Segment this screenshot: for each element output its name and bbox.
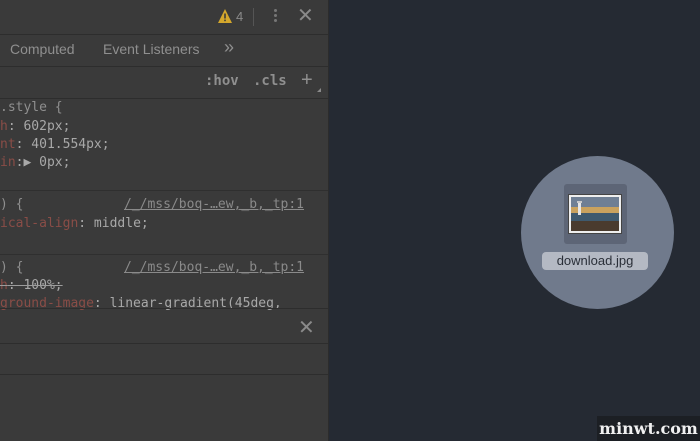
devtools-toolbar: 4 ✕ xyxy=(0,0,328,35)
rule-divider xyxy=(0,190,328,191)
tab-computed[interactable]: Computed xyxy=(10,41,75,57)
styles-filter-bar: :hov .cls + xyxy=(0,66,328,99)
rule-selector: ) { xyxy=(0,260,24,275)
cls-toggle-button[interactable]: .cls xyxy=(253,73,287,89)
rule-source-link[interactable]: /_/mss/boq-…ew,_b,_tp:1 xyxy=(124,197,304,212)
drawer-toolbar: ✕ xyxy=(0,308,328,344)
style-declaration[interactable]: ical-align: middle; xyxy=(0,216,149,234)
toolbar-divider xyxy=(253,8,254,26)
rule-selector: .style { xyxy=(0,100,63,115)
overridden-declaration[interactable]: h: 100%; xyxy=(0,278,63,296)
style-declaration[interactable]: in:▶ 0px; xyxy=(0,155,70,173)
close-drawer-icon[interactable]: ✕ xyxy=(298,315,315,340)
more-tabs-icon[interactable]: » xyxy=(224,37,234,58)
image-thumbnail[interactable] xyxy=(569,195,621,233)
new-style-rule-button[interactable]: + xyxy=(301,69,313,92)
rule-source-link[interactable]: /_/mss/boq-…ew,_b,_tp:1 xyxy=(124,260,304,275)
more-options-icon[interactable] xyxy=(268,7,282,27)
site-watermark: minwt.com xyxy=(597,416,700,441)
warning-icon[interactable] xyxy=(217,8,233,24)
rule-divider xyxy=(0,254,328,255)
styles-subtabs: Computed Event Listeners » xyxy=(0,34,328,67)
style-declaration[interactable]: h: 602px; xyxy=(0,119,70,137)
style-declaration[interactable]: nt: 401.554px; xyxy=(0,137,110,155)
dragged-file-name[interactable]: download.jpg xyxy=(542,252,648,270)
rule-menu-corner-icon[interactable] xyxy=(317,88,321,92)
tab-event-listeners[interactable]: Event Listeners xyxy=(103,41,200,57)
hov-toggle-button[interactable]: :hov xyxy=(205,73,239,89)
warning-count[interactable]: 4 xyxy=(236,9,243,24)
devtools-panel: 4 ✕ Computed Event Listeners » :hov .cls… xyxy=(0,0,329,441)
close-devtools-icon[interactable]: ✕ xyxy=(297,6,314,26)
rule-selector: ) { xyxy=(0,197,24,212)
drawer-divider xyxy=(0,374,328,375)
